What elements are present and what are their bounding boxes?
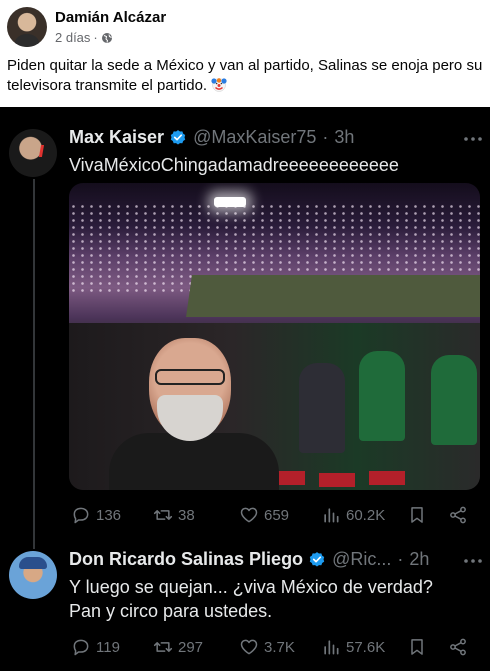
more-options-icon[interactable] [464,559,482,563]
selfie-person-glasses [155,369,225,385]
stadium-seat [319,473,355,487]
facebook-post-header: Damián Alcázar 2 días · Piden quitar la … [0,0,490,107]
reply-icon [73,639,89,656]
bookmark-button[interactable] [407,505,427,529]
globe-icon[interactable] [101,32,113,44]
verified-badge-icon [170,129,186,145]
fan-figure [431,355,477,445]
retweet-icon [153,510,173,520]
author-avatar[interactable] [7,7,47,47]
post-time[interactable]: 2 días [55,30,90,45]
like-button[interactable]: 659 [239,505,289,525]
tweet-2-actions: 119 297 3.7K 57.6K [69,637,479,659]
reply-count: 119 [96,638,120,656]
share-icon [450,506,466,524]
meta-separator: · [93,30,98,45]
author-name[interactable]: Damián Alcázar [55,9,166,26]
tweet-1-photo[interactable] [69,183,480,490]
views-button[interactable]: 60.2K [321,505,385,525]
retweet-button[interactable]: 38 [153,505,195,525]
retweet-count: 297 [178,638,204,656]
retweet-count: 38 [178,506,195,524]
floodlight [214,197,246,207]
selfie-person-body [109,433,279,490]
views-chart-icon [324,640,339,655]
stadium-field [186,275,480,317]
reply-icon [73,507,89,524]
tweet-2-handle[interactable]: @Ric... [332,549,391,570]
tweet-thread-screenshot: Max Kaiser @MaxKaiser75 · 3h VivaMéxicoC… [0,107,490,671]
heart-icon [240,639,258,655]
tweet-1-actions: 136 38 659 60.2K [69,505,479,527]
bookmark-icon [411,639,423,655]
like-button[interactable]: 3.7K [239,637,295,657]
tweet-2-text: Y luego se quejan... ¿viva México de ver… [69,577,433,621]
tweet-2-author-name[interactable]: Don Ricardo Salinas Pliego [69,549,303,570]
like-count: 3.7K [264,638,295,656]
tweet-1-handle[interactable]: @MaxKaiser75 [193,127,316,148]
views-button[interactable]: 57.6K [321,637,385,657]
tweet-1-header: Max Kaiser @MaxKaiser75 · 3h [69,127,354,148]
heart-icon [240,507,258,523]
fan-figure [299,363,345,453]
share-button[interactable] [448,637,468,661]
tweet-1-time[interactable]: 3h [334,127,354,148]
post-text: Piden quitar la sede a México y van al p… [7,56,483,96]
verified-badge-icon [309,551,325,567]
reply-button[interactable]: 119 [71,637,120,657]
bookmark-icon [411,507,423,523]
retweet-icon [153,642,173,652]
reply-button[interactable]: 136 [71,505,121,525]
stadium-seat [369,471,405,485]
reply-count: 136 [96,506,122,524]
tweet-2-header: Don Ricardo Salinas Pliego @Ric... · 2h [69,549,429,570]
tweet-2-time[interactable]: 2h [409,549,429,570]
tweet-1-author-name[interactable]: Max Kaiser [69,127,164,148]
fan-figure [359,351,405,441]
clown-face-emoji-icon [211,78,227,92]
share-button[interactable] [448,505,468,529]
tweet-1-text: VivaMéxicoChingadamadreeeeeeeeeeee [69,155,399,175]
share-icon [450,638,466,656]
retweet-button[interactable]: 297 [153,637,203,657]
tweet-1-separator: · [322,127,329,147]
views-count: 60.2K [346,506,386,524]
bookmark-button[interactable] [407,637,427,661]
post-text-content: Piden quitar la sede a México y van al p… [7,57,483,94]
views-count: 57.6K [346,638,386,656]
more-options-icon[interactable] [464,137,482,141]
views-chart-icon [324,508,339,523]
max-kaiser-avatar[interactable] [9,129,57,177]
tweet-2-separator: · [397,549,404,569]
post-meta: 2 días · [55,30,113,45]
ricardo-salinas-avatar[interactable] [9,551,57,599]
like-count: 659 [264,506,290,524]
thread-connector-line [33,179,35,549]
